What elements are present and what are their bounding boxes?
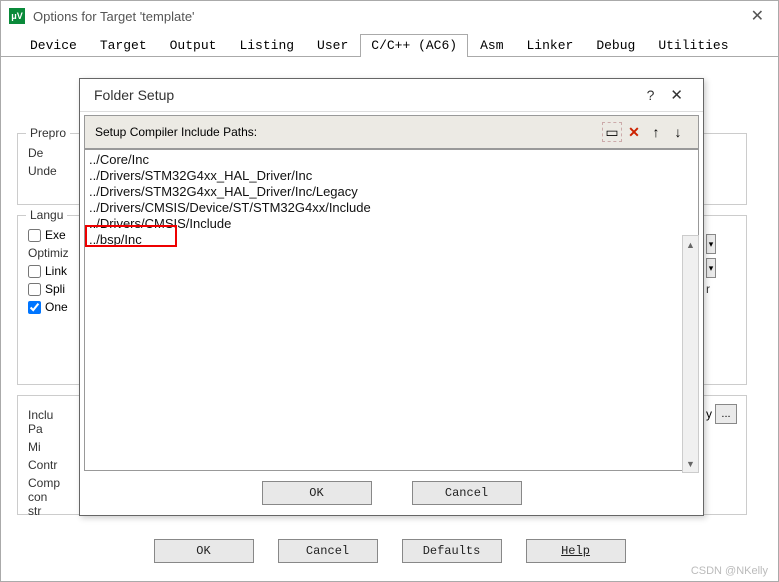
modal-titlebar: Folder Setup ? ✕ — [80, 79, 703, 111]
lto-label: Link — [45, 264, 67, 278]
modal-scrollbar[interactable]: ▲ ▼ — [682, 235, 699, 473]
tab-utilities[interactable]: Utilities — [647, 34, 739, 57]
scroll-down-icon[interactable]: ▼ — [683, 455, 698, 472]
optimiz-label: Optimiz — [28, 246, 69, 260]
lang-legend: Langu — [26, 208, 67, 222]
path-item[interactable]: ../bsp/Inc — [89, 232, 694, 248]
app-icon: μV — [9, 8, 25, 24]
help-icon[interactable]: ? — [637, 87, 665, 103]
controls-label: Contr — [28, 458, 68, 472]
path-item[interactable]: ../Drivers/STM32G4xx_HAL_Driver/Inc/Lega… — [89, 184, 694, 200]
folder-setup-dialog: Folder Setup ? ✕ Setup Compiler Include … — [79, 78, 704, 516]
exec-only-label: Exe — [45, 228, 66, 242]
tab-target[interactable]: Target — [89, 34, 158, 57]
modal-button-bar: OK Cancel — [80, 475, 703, 515]
tab-linker[interactable]: Linker — [516, 34, 585, 57]
right-r: r — [706, 282, 710, 296]
main-button-bar: OK Cancel Defaults Help — [1, 539, 778, 563]
undefine-label: Unde — [28, 164, 68, 178]
lto-checkbox[interactable] — [28, 265, 41, 278]
window-title: Options for Target 'template' — [33, 9, 195, 24]
tab-user[interactable]: User — [306, 34, 359, 57]
warnings-dropdown[interactable] — [706, 234, 716, 254]
delete-path-button[interactable]: ✕ — [624, 122, 644, 142]
scroll-up-icon[interactable]: ▲ — [683, 236, 698, 253]
modal-toolbar: Setup Compiler Include Paths: ▭ ✕ ↑ ↓ — [84, 115, 699, 149]
misc-label: Mi — [28, 440, 68, 454]
tab-device[interactable]: Device — [19, 34, 88, 57]
path-item[interactable]: ../Drivers/CMSIS/Include — [89, 216, 694, 232]
include-browse-button[interactable]: ... — [715, 404, 737, 424]
close-icon[interactable]: ✕ — [745, 6, 770, 26]
exec-only-checkbox[interactable] — [28, 229, 41, 242]
define-label: De — [28, 146, 68, 160]
path-item[interactable]: ../Core/Inc — [89, 152, 694, 168]
modal-subtitle: Setup Compiler Include Paths: — [95, 125, 257, 139]
y-stub: y — [706, 407, 712, 421]
tab-asm[interactable]: Asm — [469, 34, 514, 57]
new-path-button[interactable]: ▭ — [602, 122, 622, 142]
modal-cancel-button[interactable]: Cancel — [412, 481, 522, 505]
one-elf-label: One — [45, 300, 68, 314]
path-item[interactable]: ../Drivers/CMSIS/Device/ST/STM32G4xx/Inc… — [89, 200, 694, 216]
tab-debug[interactable]: Debug — [585, 34, 646, 57]
path-item[interactable]: ../Drivers/STM32G4xx_HAL_Driver/Inc — [89, 168, 694, 184]
modal-close-icon[interactable]: ✕ — [664, 86, 689, 104]
defaults-button[interactable]: Defaults — [402, 539, 502, 563]
tab-listing[interactable]: Listing — [228, 34, 305, 57]
compiler-control-label: Comp con str — [28, 476, 68, 518]
one-elf-checkbox[interactable] — [28, 301, 41, 314]
include-paths-list[interactable]: ../Core/Inc../Drivers/STM32G4xx_HAL_Driv… — [84, 149, 699, 471]
ok-button[interactable]: OK — [154, 539, 254, 563]
move-down-button[interactable]: ↓ — [668, 122, 688, 142]
split-checkbox[interactable] — [28, 283, 41, 296]
tab-bar: DeviceTargetOutputListingUserC/C++ (AC6)… — [1, 31, 778, 57]
include-paths-label: Inclu Pa — [28, 408, 68, 436]
help-button[interactable]: Help — [526, 539, 626, 563]
split-label: Spli — [45, 282, 65, 296]
lang-c-dropdown[interactable] — [706, 258, 716, 278]
modal-title: Folder Setup — [94, 87, 174, 103]
modal-ok-button[interactable]: OK — [262, 481, 372, 505]
prepro-legend: Prepro — [26, 126, 70, 140]
cancel-button[interactable]: Cancel — [278, 539, 378, 563]
move-up-button[interactable]: ↑ — [646, 122, 666, 142]
titlebar: μV Options for Target 'template' ✕ — [1, 1, 778, 31]
tab-output[interactable]: Output — [159, 34, 228, 57]
tab-c-c-ac6-[interactable]: C/C++ (AC6) — [360, 34, 468, 57]
watermark: CSDN @NKelly — [691, 565, 768, 577]
